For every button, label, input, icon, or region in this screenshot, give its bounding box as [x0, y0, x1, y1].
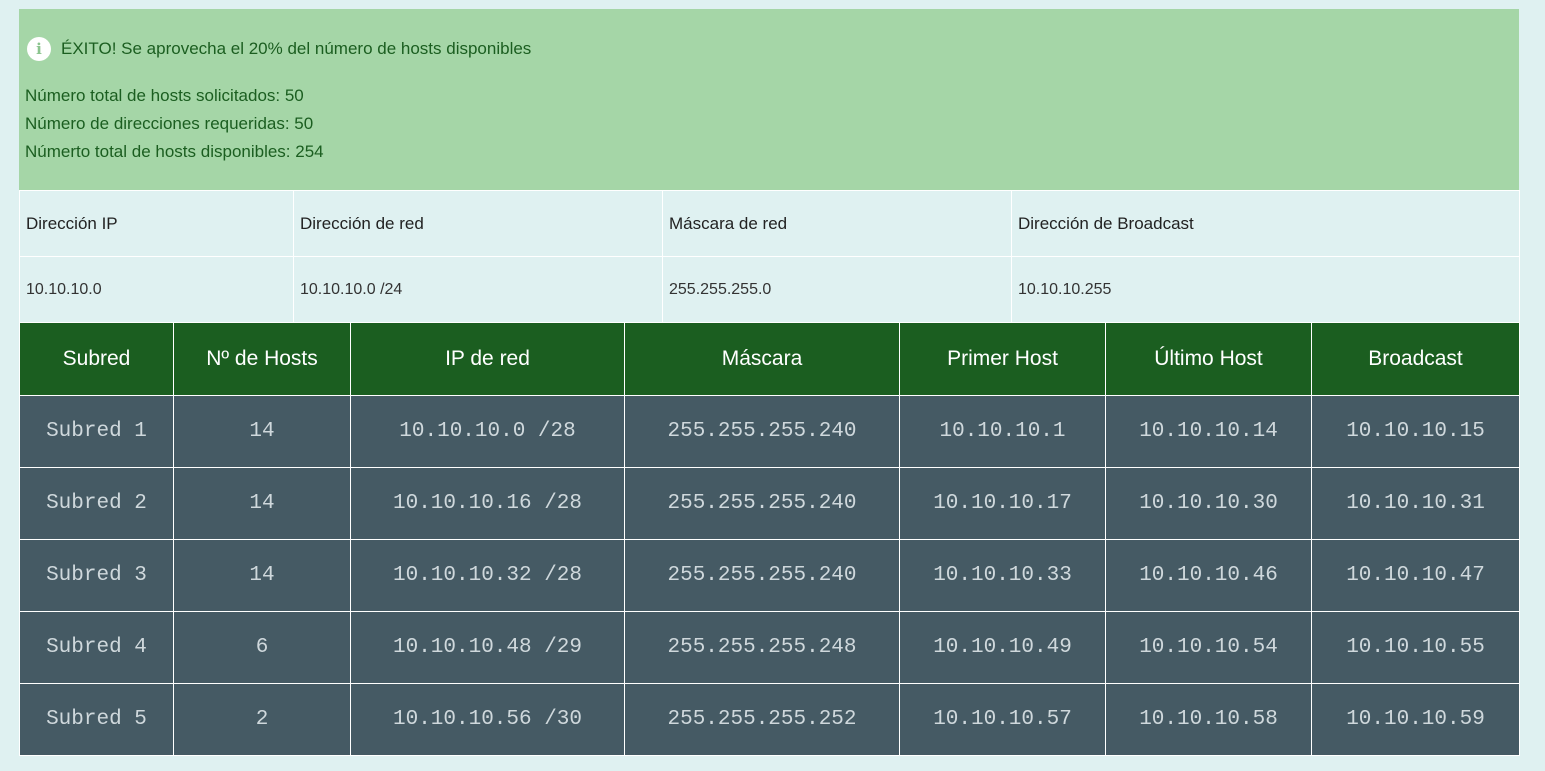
- alert-details: Número total de hosts solicitados: 50 Nú…: [25, 82, 1519, 166]
- summary-header-network: Dirección de red: [293, 190, 663, 257]
- summary-value-mask: 255.255.255.0: [662, 256, 1012, 323]
- summary-header-mask: Máscara de red: [662, 190, 1012, 257]
- column-header-first-host: Primer Host: [899, 323, 1106, 395]
- subnet-name-cell: Subred 3: [19, 538, 174, 612]
- first-host-cell: 10.10.10.49: [899, 610, 1106, 684]
- mask-cell: 255.255.255.240: [624, 466, 900, 540]
- last-host-cell: 10.10.10.58: [1105, 682, 1312, 756]
- summary-value-ip: 10.10.10.0: [19, 256, 294, 323]
- network-ip-cell: 10.10.10.16 /28: [350, 466, 625, 540]
- summary-value-row: 10.10.10.0 10.10.10.0 /24 255.255.255.0 …: [19, 256, 1520, 323]
- results-container: i ÉXITO! Se aprovecha el 20% del número …: [19, 9, 1520, 756]
- broadcast-cell: 10.10.10.59: [1311, 682, 1520, 756]
- subnet-name-cell: Subred 4: [19, 610, 174, 684]
- available-hosts-text: Númerto total de hosts disponibles: 254: [25, 142, 324, 161]
- first-host-cell: 10.10.10.33: [899, 538, 1106, 612]
- required-addresses-text: Número de direcciones requeridas: 50: [25, 114, 314, 133]
- alert-header: i ÉXITO! Se aprovecha el 20% del número …: [25, 36, 1519, 62]
- summary-value-broadcast: 10.10.10.255: [1011, 256, 1520, 323]
- table-row: Subred 1 14 10.10.10.0 /28 255.255.255.2…: [19, 394, 1520, 468]
- summary-header-broadcast: Dirección de Broadcast: [1011, 190, 1520, 257]
- broadcast-cell: 10.10.10.31: [1311, 466, 1520, 540]
- host-count-cell: 14: [173, 538, 351, 612]
- summary-value-network: 10.10.10.0 /24: [293, 256, 663, 323]
- column-header-broadcast: Broadcast: [1311, 323, 1520, 395]
- column-header-hosts: Nº de Hosts: [173, 323, 351, 395]
- subnet-table: Subred Nº de Hosts IP de red Máscara Pri…: [19, 323, 1520, 756]
- alert-title: ÉXITO! Se aprovecha el 20% del número de…: [61, 39, 532, 58]
- mask-cell: 255.255.255.240: [624, 538, 900, 612]
- column-header-mask: Máscara: [624, 323, 900, 395]
- broadcast-cell: 10.10.10.47: [1311, 538, 1520, 612]
- network-ip-cell: 10.10.10.0 /28: [350, 394, 625, 468]
- subnet-name-cell: Subred 2: [19, 466, 174, 540]
- last-host-cell: 10.10.10.30: [1105, 466, 1312, 540]
- mask-cell: 255.255.255.240: [624, 394, 900, 468]
- network-summary-table: Dirección IP Dirección de red Máscara de…: [19, 190, 1520, 323]
- column-header-last-host: Último Host: [1105, 323, 1312, 395]
- success-alert: i ÉXITO! Se aprovecha el 20% del número …: [19, 9, 1519, 190]
- last-host-cell: 10.10.10.14: [1105, 394, 1312, 468]
- subnet-name-cell: Subred 1: [19, 394, 174, 468]
- last-host-cell: 10.10.10.54: [1105, 610, 1312, 684]
- first-host-cell: 10.10.10.1: [899, 394, 1106, 468]
- column-header-subnet: Subred: [19, 323, 174, 395]
- summary-header-ip: Dirección IP: [19, 190, 294, 257]
- table-row: Subred 4 6 10.10.10.48 /29 255.255.255.2…: [19, 610, 1520, 684]
- first-host-cell: 10.10.10.57: [899, 682, 1106, 756]
- network-ip-cell: 10.10.10.56 /30: [350, 682, 625, 756]
- table-row: Subred 3 14 10.10.10.32 /28 255.255.255.…: [19, 538, 1520, 612]
- table-row: Subred 2 14 10.10.10.16 /28 255.255.255.…: [19, 466, 1520, 540]
- column-header-network-ip: IP de red: [350, 323, 625, 395]
- first-host-cell: 10.10.10.17: [899, 466, 1106, 540]
- mask-cell: 255.255.255.248: [624, 610, 900, 684]
- host-count-cell: 6: [173, 610, 351, 684]
- host-count-cell: 14: [173, 394, 351, 468]
- host-count-cell: 2: [173, 682, 351, 756]
- host-count-cell: 14: [173, 466, 351, 540]
- table-row: Subred 5 2 10.10.10.56 /30 255.255.255.2…: [19, 682, 1520, 756]
- subnet-name-cell: Subred 5: [19, 682, 174, 756]
- network-ip-cell: 10.10.10.32 /28: [350, 538, 625, 612]
- subnet-header-row: Subred Nº de Hosts IP de red Máscara Pri…: [19, 323, 1520, 395]
- last-host-cell: 10.10.10.46: [1105, 538, 1312, 612]
- mask-cell: 255.255.255.252: [624, 682, 900, 756]
- info-icon: i: [27, 37, 51, 61]
- broadcast-cell: 10.10.10.55: [1311, 610, 1520, 684]
- summary-header-row: Dirección IP Dirección de red Máscara de…: [19, 190, 1520, 257]
- requested-hosts-text: Número total de hosts solicitados: 50: [25, 86, 304, 105]
- network-ip-cell: 10.10.10.48 /29: [350, 610, 625, 684]
- broadcast-cell: 10.10.10.15: [1311, 394, 1520, 468]
